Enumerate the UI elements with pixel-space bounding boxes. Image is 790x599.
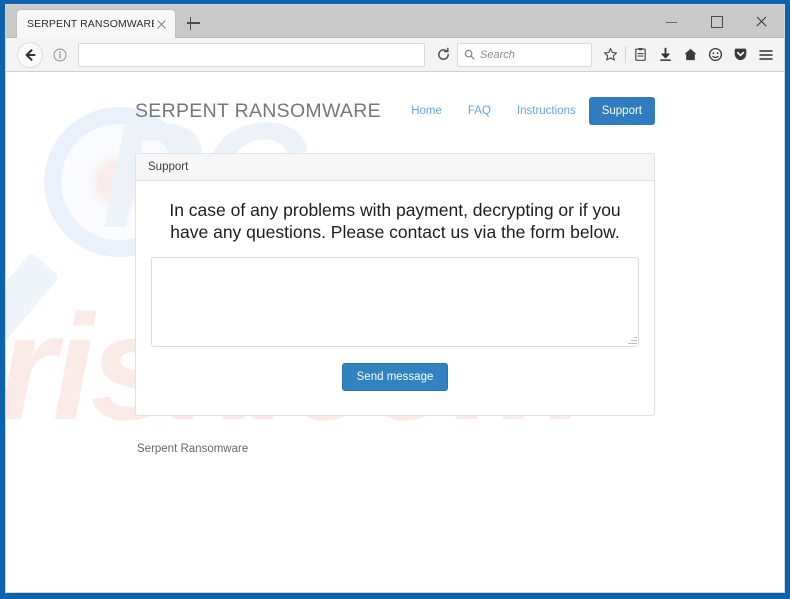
home-icon[interactable] <box>678 42 703 68</box>
message-textarea[interactable] <box>151 257 639 348</box>
minimize-icon[interactable] <box>649 5 694 38</box>
url-input[interactable] <box>78 42 425 67</box>
browser-toolbar: Search <box>6 38 784 72</box>
maximize-icon[interactable] <box>694 5 739 38</box>
window-controls <box>649 5 784 38</box>
message-field-wrapper <box>151 257 639 348</box>
nav-item-faq[interactable]: FAQ <box>455 97 504 125</box>
sync-account-icon[interactable] <box>703 42 728 68</box>
browser-window: SERPENT RANSOMWARE Search SERPENT RANSOM… <box>0 0 790 599</box>
support-panel: Support In case of any problems with pay… <box>135 153 655 417</box>
search-icon <box>464 49 475 60</box>
page-viewport: PC risk.com SERPENT RANSOMWARE Home FAQ … <box>6 72 784 591</box>
nav-item-home[interactable]: Home <box>398 97 455 125</box>
tab-title: SERPENT RANSOMWARE <box>27 18 154 30</box>
star-icon[interactable] <box>598 42 623 68</box>
tab-strip: SERPENT RANSOMWARE <box>6 5 784 38</box>
send-message-button[interactable]: Send message <box>341 363 449 392</box>
panel-body: In case of any problems with payment, de… <box>136 181 654 415</box>
plus-icon[interactable] <box>184 14 202 32</box>
search-input[interactable]: Search <box>457 42 592 67</box>
download-arrow-icon[interactable] <box>653 42 678 68</box>
browser-tab[interactable]: SERPENT RANSOMWARE <box>16 9 176 38</box>
search-placeholder: Search <box>480 48 515 61</box>
hamburger-menu-icon[interactable] <box>753 42 778 68</box>
info-icon[interactable] <box>50 45 70 65</box>
support-message-text: In case of any problems with payment, de… <box>169 200 621 243</box>
site-nav: Home FAQ Instructions Support <box>398 97 655 125</box>
close-window-icon[interactable] <box>739 5 784 38</box>
browser-window-inner: SERPENT RANSOMWARE Search SERPENT RANSOM… <box>5 4 785 593</box>
send-row: Send message <box>151 363 639 392</box>
site-container: SERPENT RANSOMWARE Home FAQ Instructions… <box>135 72 655 455</box>
panel-heading: Support <box>136 154 654 181</box>
nav-item-support[interactable]: Support <box>588 97 655 125</box>
pocket-icon[interactable] <box>728 42 753 68</box>
nav-item-instructions[interactable]: Instructions <box>504 97 589 125</box>
back-arrow-icon[interactable] <box>17 41 43 68</box>
site-footer: Serpent Ransomware <box>137 443 249 456</box>
reload-icon[interactable] <box>431 43 455 67</box>
page-title: SERPENT RANSOMWARE <box>135 99 381 122</box>
library-icon[interactable] <box>628 42 653 68</box>
site-header: SERPENT RANSOMWARE Home FAQ Instructions… <box>135 89 655 133</box>
watermark-magnifier-handle <box>6 252 61 357</box>
toolbar-divider <box>625 46 626 63</box>
close-icon[interactable] <box>154 17 169 32</box>
